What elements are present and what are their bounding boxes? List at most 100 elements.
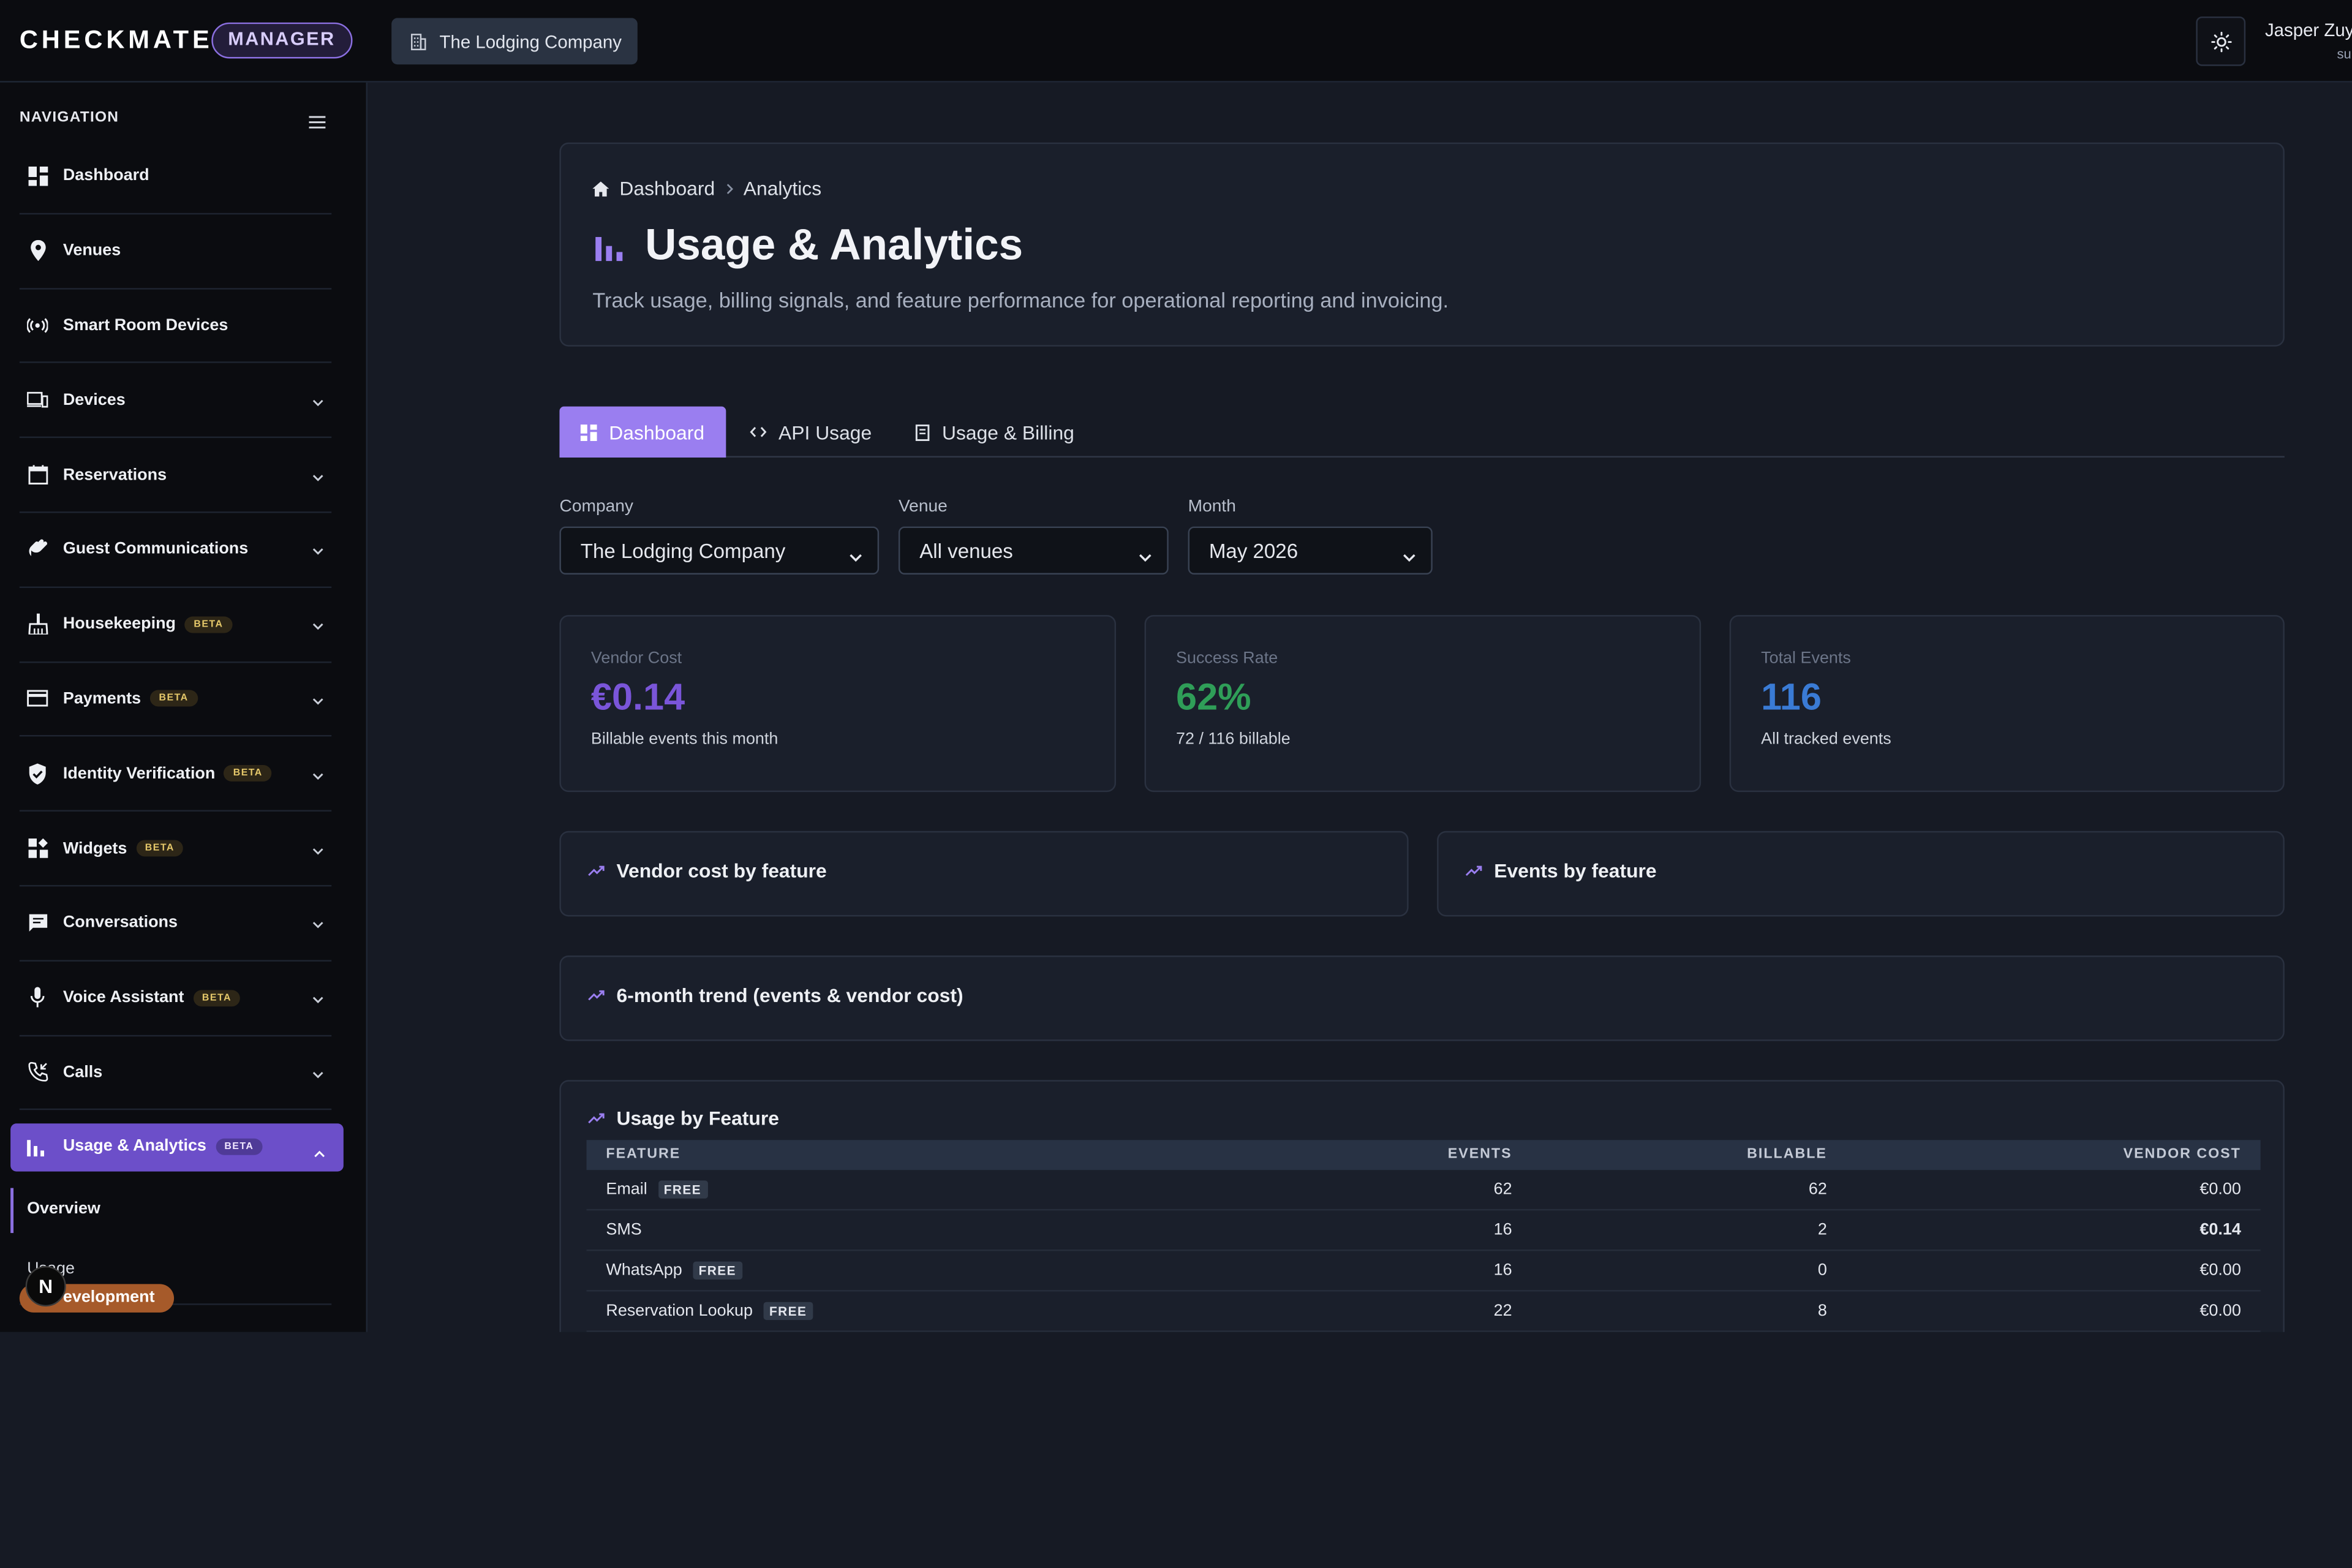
stat-subtext: Billable events this month: [590, 730, 778, 749]
stat-label: Vendor Cost: [590, 649, 682, 668]
events-by-feature-panel: Events by feature: [1437, 831, 2285, 917]
company-select[interactable]: The Lodging Company: [559, 526, 880, 575]
sidebar-item-widgets[interactable]: Widgets BETA: [19, 812, 332, 887]
breadcrumb-dashboard-link[interactable]: Dashboard: [619, 177, 715, 200]
cell-vendor-cost: €0.00: [2199, 1302, 2241, 1321]
cell-vendor-cost: €0.00: [2199, 1261, 2241, 1280]
sidebar-item-housekeeping[interactable]: Housekeeping BETA: [19, 587, 332, 663]
building-icon: [411, 32, 426, 50]
company-chip-label: The Lodging Company: [439, 31, 622, 52]
bar-chart-icon: [595, 236, 623, 260]
broadcast-icon: [27, 315, 48, 336]
sun-icon: [2211, 31, 2231, 52]
column-header-events[interactable]: EVENTS: [1448, 1146, 1512, 1163]
chevron-down-icon: [1139, 545, 1152, 567]
chevron-down-icon: [312, 685, 324, 712]
theme-toggle-button[interactable]: [2196, 16, 2246, 66]
free-badge: FREE: [763, 1302, 813, 1321]
trending-up-icon: [588, 865, 605, 876]
tab-bar: Dashboard API Usage Usage & Billing: [559, 406, 2285, 458]
stat-card-total-events: Total Events 116 All tracked events: [1729, 615, 2285, 793]
beta-badge: BETA: [215, 1137, 263, 1155]
sidebar-item-dashboard[interactable]: Dashboard: [19, 140, 332, 214]
sidebar-item-payments[interactable]: Payments BETA: [19, 662, 332, 737]
beta-badge: BETA: [184, 616, 233, 633]
stat-subtext: All tracked events: [1761, 730, 1891, 749]
sidebar-item-smart-room-devices[interactable]: Smart Room Devices: [19, 289, 332, 364]
calendar-icon: [27, 464, 48, 485]
venue-select[interactable]: All venues: [898, 526, 1169, 575]
table-row: SMS 16 2 €0.14: [586, 1210, 2261, 1251]
cell-feature: WhatsApp FREE: [606, 1261, 742, 1280]
chevron-down-icon: [1403, 545, 1416, 567]
sidebar-item-label: Usage & Analytics BETA: [63, 1137, 263, 1155]
stat-value: 116: [1761, 676, 1822, 719]
sidebar-item-identity-verification[interactable]: Identity Verification BETA: [19, 737, 332, 812]
collapse-nav-button[interactable]: [309, 110, 326, 137]
navigation-heading: NAVIGATION: [19, 109, 119, 126]
trending-up-icon: [588, 1113, 605, 1124]
waving-hand-icon: [27, 539, 48, 560]
page-description: Track usage, billing signals, and featur…: [592, 288, 1449, 312]
phone-call-icon: [27, 1062, 48, 1083]
app-logo[interactable]: CHECKMATE: [20, 26, 213, 56]
sidebar-item-label: Calls: [62, 1063, 103, 1082]
cell-billable: 62: [1808, 1180, 1827, 1199]
cell-feature: SMS: [606, 1221, 642, 1239]
cell-events: 16: [1493, 1221, 1512, 1239]
sidebar-item-label: Payments BETA: [63, 690, 198, 708]
receipt-icon: [915, 423, 930, 440]
panel-title: Usage by Feature: [588, 1107, 779, 1129]
column-header-billable[interactable]: BILLABLE: [1747, 1146, 1827, 1163]
sidebar-item-voice-assistant[interactable]: Voice Assistant BETA: [19, 961, 332, 1036]
sidebar-item-guest-communications[interactable]: Guest Communications: [19, 513, 332, 588]
devices-icon: [27, 390, 48, 410]
breadcrumb: Dashboard Analytics: [592, 177, 821, 200]
code-icon: [750, 426, 767, 437]
chevron-down-icon: [312, 760, 324, 787]
top-bar: CHECKMATE MANAGER The Lodging Company Ja…: [0, 0, 2352, 83]
stat-value: 62%: [1176, 676, 1251, 719]
sidebar-item-usage-analytics[interactable]: Usage & Analytics BETA: [10, 1123, 344, 1172]
location-pin-icon: [27, 240, 48, 262]
column-header-feature[interactable]: FEATURE: [606, 1146, 680, 1163]
sidebar-item-label: Reservations: [62, 466, 167, 484]
beta-badge: BETA: [224, 765, 272, 782]
bar-chart-icon: [27, 1137, 45, 1164]
month-select[interactable]: May 2026: [1188, 526, 1433, 575]
nextjs-logo-icon[interactable]: N: [25, 1265, 66, 1307]
sidebar-item-label: Widgets BETA: [63, 839, 184, 858]
sidebar-item-devices[interactable]: Devices: [19, 364, 332, 439]
sidebar-item-venues[interactable]: Venues: [19, 214, 332, 289]
venue-filter-label: Venue: [898, 498, 948, 516]
vendor-cost-by-feature-panel: Vendor cost by feature: [559, 831, 1409, 917]
company-switcher[interactable]: The Lodging Company: [391, 18, 638, 65]
tab-dashboard[interactable]: Dashboard: [559, 406, 726, 458]
cell-events: 22: [1493, 1302, 1512, 1321]
sidebar-item-reservations[interactable]: Reservations: [19, 439, 332, 513]
chevron-down-icon: [312, 386, 324, 413]
sidebar-item-conversations[interactable]: Conversations: [19, 886, 332, 962]
page-title: Usage & Analytics: [645, 222, 1023, 270]
home-icon: [592, 181, 609, 196]
credit-card-icon: [27, 688, 48, 709]
sidebar-subitem-overview[interactable]: Overview: [10, 1188, 331, 1234]
chevron-down-icon: [312, 1059, 324, 1086]
chevron-down-icon: [312, 461, 324, 488]
sidebar-item-label: Devices: [62, 391, 126, 410]
microphone-icon: [27, 987, 48, 1008]
user-name[interactable]: Jasper Zuy: [2265, 20, 2352, 40]
tab-api-usage[interactable]: API Usage: [750, 407, 872, 458]
cell-billable: 0: [1817, 1261, 1827, 1280]
six-month-trend-panel: 6-month trend (events & vendor cost): [559, 956, 2285, 1041]
sidebar-item-label: Smart Room Devices: [62, 316, 228, 335]
column-header-vendor-cost[interactable]: VENDOR COST: [2124, 1146, 2241, 1163]
sidebar-item-label: Dashboard: [62, 167, 149, 186]
tab-usage-billing[interactable]: Usage & Billing: [915, 407, 1074, 458]
beta-badge: BETA: [149, 690, 198, 707]
sidebar-item-calls[interactable]: Calls: [19, 1036, 332, 1111]
cell-events: 62: [1493, 1180, 1512, 1199]
stat-card-success-rate: Success Rate 62% 72 / 116 billable: [1144, 615, 1702, 793]
cell-vendor-cost: €0.14: [2199, 1221, 2241, 1239]
panel-title: Vendor cost by feature: [588, 859, 827, 882]
